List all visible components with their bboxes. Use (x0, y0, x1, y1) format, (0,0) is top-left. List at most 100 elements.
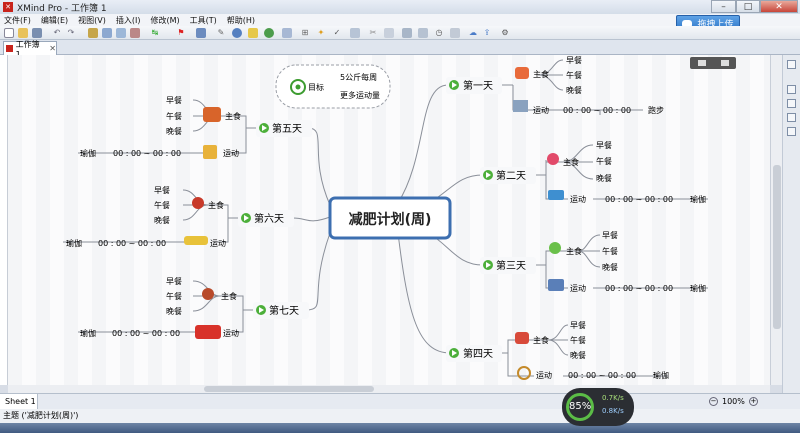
close-button[interactable]: ✕ (760, 0, 798, 13)
cake-icon (515, 67, 529, 79)
marker-icon[interactable] (264, 28, 274, 38)
branch-day5 (307, 127, 331, 206)
tab-close-icon[interactable]: ✕ (49, 44, 56, 53)
day7-staple: 主食 (221, 291, 237, 301)
menu-modify[interactable]: 修改(M) (150, 15, 179, 26)
cloud-sync-icon[interactable]: ☁ (468, 28, 478, 38)
day3-time: 00 : 00 ~ 00 : 00 (605, 284, 673, 293)
relationship-icon[interactable] (130, 28, 140, 38)
day6-activity: 瑜伽 (66, 238, 82, 248)
tab-workbook-1[interactable]: 工作簿 1 ✕ (3, 40, 57, 59)
day5-breakfast: 早餐 (166, 96, 182, 105)
menu-insert[interactable]: 插入(I) (116, 15, 141, 26)
zoom-out-icon[interactable]: − (709, 397, 718, 406)
day4-topic[interactable]: 第四天 (446, 345, 502, 362)
dessert-icon (192, 197, 204, 209)
title-bar: ✕ XMind Pro - 工作簿 1 – □ ✕ (0, 0, 800, 14)
day2-lunch: 午餐 (596, 156, 612, 166)
day1-topic[interactable]: 第一天 (446, 77, 502, 94)
overview-icon[interactable] (697, 60, 706, 66)
day4-lunch: 午餐 (570, 335, 586, 345)
subtopic-icon[interactable] (102, 28, 112, 38)
menu-edit[interactable]: 编辑(E) (41, 15, 68, 26)
spell-check-icon[interactable]: ✓ (332, 28, 342, 38)
save-icon[interactable] (32, 28, 42, 38)
vertical-scrollbar[interactable] (770, 55, 782, 385)
day1-activity: 跑步 (648, 106, 664, 115)
floating-topic-icon[interactable] (116, 28, 126, 38)
settings-gear-icon[interactable]: ⚙ (500, 28, 510, 38)
day2-topic[interactable]: 第二天 (480, 167, 536, 184)
help-icon[interactable] (720, 60, 729, 66)
branch-day7 (305, 232, 331, 311)
day2-activity: 瑜伽 (690, 194, 706, 204)
day7-dinner: 晚餐 (166, 306, 182, 316)
menu-tools[interactable]: 工具(T) (190, 15, 217, 26)
menu-file[interactable]: 文件(F) (4, 15, 31, 26)
day5-lunch: 午餐 (166, 111, 182, 121)
attachment-icon[interactable]: ✎ (216, 28, 226, 38)
new-file-icon[interactable] (4, 28, 14, 38)
zoom-in-icon[interactable]: + (748, 397, 758, 406)
overview-controls[interactable] (690, 57, 736, 69)
treadmill-icon (513, 100, 528, 112)
horizontal-scroll-thumb[interactable] (204, 386, 374, 392)
overview-panel-icon[interactable] (787, 127, 796, 136)
hyperlink-icon[interactable] (232, 28, 242, 38)
day5-activity: 瑜伽 (80, 148, 96, 158)
day7-lunch: 午餐 (166, 291, 182, 301)
lightbulb-icon[interactable]: ✦ (316, 28, 326, 38)
zoom-level: 100% (722, 397, 745, 406)
image-icon[interactable] (196, 28, 206, 38)
share-icon[interactable]: ⇪ (482, 28, 492, 38)
day1-staple: 主食 (533, 69, 549, 79)
day3-topic[interactable]: 第三天 (480, 257, 536, 274)
day1-label: 第一天 (463, 79, 493, 92)
sheet-tab[interactable]: Sheet 1 (0, 394, 38, 409)
mind-map-canvas[interactable]: 目标 5公斤每周 更多运动量 减肥计划(周) 第一天 第二天 第三天 第四天 第… (8, 55, 770, 385)
redo-icon[interactable]: ↷ (66, 28, 76, 38)
horizontal-scrollbar[interactable] (8, 385, 770, 393)
markers-panel-icon[interactable] (787, 113, 796, 122)
day7-breakfast: 早餐 (166, 277, 182, 286)
open-folder-icon[interactable] (18, 28, 28, 38)
motorcycle-icon (195, 325, 221, 339)
note-icon[interactable] (248, 28, 258, 38)
day6-dinner: 晚餐 (154, 215, 170, 225)
day7-topic[interactable]: 第七天 (253, 302, 309, 319)
format-painter-icon[interactable]: ✂ (368, 28, 378, 38)
outline-view-icon[interactable] (418, 28, 428, 38)
branch-day1 (397, 84, 449, 204)
topic-icon[interactable] (88, 28, 98, 38)
drill-down-icon[interactable]: ⊞ (300, 28, 310, 38)
goal-topic[interactable] (275, 64, 391, 109)
flag-icon[interactable]: ⚑ (176, 28, 186, 38)
swimming-icon (548, 190, 564, 200)
day6-topic[interactable]: 第六天 (238, 210, 294, 227)
undo-icon[interactable]: ↶ (52, 28, 62, 38)
sailboat-icon (203, 145, 217, 159)
label-icon[interactable] (282, 28, 292, 38)
gantt-icon[interactable] (402, 28, 412, 38)
boundary-icon[interactable]: ↹ (150, 28, 160, 38)
layout-icon[interactable] (384, 28, 394, 38)
fit-map-icon[interactable] (450, 28, 460, 38)
goal-label: 目标 (308, 82, 324, 92)
menu-help[interactable]: 帮助(H) (227, 15, 255, 26)
day6-breakfast: 早餐 (154, 186, 170, 195)
minimize-button[interactable]: – (711, 0, 736, 13)
properties-panel-icon[interactable] (787, 99, 796, 108)
editor-tab-bar: 工作簿 1 ✕ (0, 40, 800, 59)
network-speed-widget[interactable]: 85% 0.7K/s 0.8K/s (562, 388, 634, 426)
day5-topic[interactable]: 第五天 (256, 120, 312, 137)
timer-icon[interactable]: ◷ (434, 28, 444, 38)
panel-toggle-icon[interactable] (787, 60, 796, 69)
day1-breakfast: 早餐 (566, 56, 582, 65)
menu-view[interactable]: 视图(V) (78, 15, 106, 26)
maximize-button[interactable]: □ (736, 0, 760, 13)
presentation-icon[interactable] (350, 28, 360, 38)
left-gutter (0, 55, 8, 385)
day2-time: 00 : 00 ~ 00 : 00 (605, 195, 673, 204)
vertical-scroll-thumb[interactable] (773, 165, 781, 329)
outline-panel-icon[interactable] (787, 85, 796, 94)
